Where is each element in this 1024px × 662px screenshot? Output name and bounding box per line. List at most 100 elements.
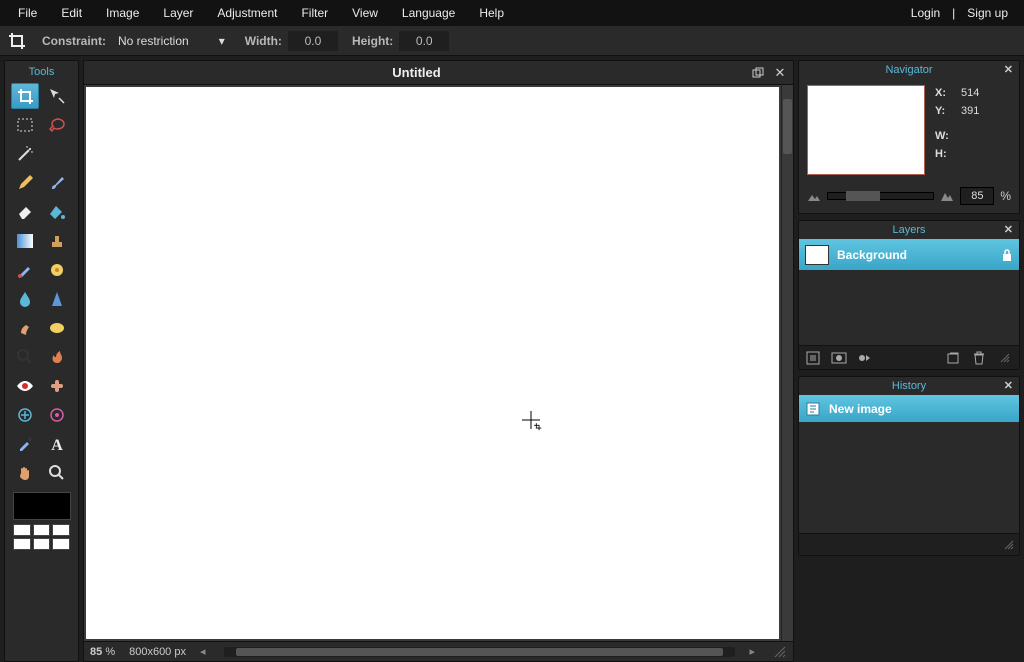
menu-edit[interactable]: Edit xyxy=(49,1,94,25)
layer-name: Background xyxy=(837,248,907,262)
constraint-value: No restriction xyxy=(118,34,189,48)
canvas-zoom-unit: % xyxy=(105,646,115,658)
marquee-tool[interactable] xyxy=(11,112,39,138)
red-eye-tool[interactable] xyxy=(11,373,39,399)
resize-grip-icon[interactable] xyxy=(1003,539,1015,551)
pencil-tool[interactable] xyxy=(11,170,39,196)
history-title: History xyxy=(892,380,926,392)
burn-tool[interactable] xyxy=(43,344,71,370)
swatch-preset[interactable] xyxy=(33,538,51,550)
menu-adjustment[interactable]: Adjustment xyxy=(205,1,289,25)
detach-window-icon[interactable] xyxy=(749,64,767,82)
height-label: Height: xyxy=(352,34,393,48)
new-layer-icon[interactable] xyxy=(945,350,961,366)
menu-image[interactable]: Image xyxy=(94,1,151,25)
crop-cursor-icon xyxy=(522,411,548,437)
color-picker-tool[interactable] xyxy=(11,431,39,457)
bloat-tool[interactable] xyxy=(11,402,39,428)
constraint-dropdown[interactable]: No restriction ▾ xyxy=(112,32,231,50)
zoom-tool[interactable] xyxy=(43,460,71,486)
height-input[interactable] xyxy=(399,31,449,51)
menu-help[interactable]: Help xyxy=(467,1,516,25)
wand-tool[interactable] xyxy=(11,141,39,167)
lasso-tool[interactable] xyxy=(43,112,71,138)
canvas-header: Untitled ✕ xyxy=(83,60,794,84)
slider-thumb[interactable] xyxy=(846,191,880,201)
crop-tool[interactable] xyxy=(11,83,39,109)
zoom-input[interactable] xyxy=(960,187,994,205)
swatch-preset[interactable] xyxy=(33,524,51,536)
scrollbar-thumb[interactable] xyxy=(236,648,724,656)
delete-layer-icon[interactable] xyxy=(971,350,987,366)
layer-settings-icon[interactable] xyxy=(805,350,821,366)
smudge-tool[interactable] xyxy=(11,315,39,341)
options-bar: Constraint: No restriction ▾ Width: Heig… xyxy=(0,26,1024,56)
menu-language[interactable]: Language xyxy=(390,1,467,25)
new-image-icon xyxy=(805,401,821,417)
color-swatch[interactable] xyxy=(13,492,71,520)
horizontal-scrollbar[interactable] xyxy=(224,647,736,657)
zoom-out-icon[interactable] xyxy=(807,190,821,202)
layer-mask-icon[interactable] xyxy=(831,350,847,366)
history-panel: History ✕ New image xyxy=(798,376,1020,556)
width-input[interactable] xyxy=(288,31,338,51)
layer-row[interactable]: Background xyxy=(799,239,1019,271)
close-canvas-icon[interactable]: ✕ xyxy=(771,64,789,82)
resize-grip-icon[interactable] xyxy=(997,350,1013,366)
dodge-tool[interactable] xyxy=(11,344,39,370)
menu-filter[interactable]: Filter xyxy=(289,1,340,25)
drawing-tool[interactable] xyxy=(43,257,71,283)
type-tool[interactable]: A xyxy=(43,431,71,457)
zoom-unit: % xyxy=(1000,189,1011,203)
zoom-in-icon[interactable] xyxy=(940,190,954,202)
nav-w-label: W: xyxy=(935,128,953,146)
nav-h-label: H: xyxy=(935,146,953,164)
layers-title: Layers xyxy=(892,224,925,236)
layers-panel: Layers ✕ Background xyxy=(798,220,1020,370)
vertical-scrollbar[interactable] xyxy=(781,85,793,641)
lock-icon[interactable] xyxy=(1001,248,1013,262)
swatch-preset[interactable] xyxy=(52,524,70,536)
color-replace-tool[interactable] xyxy=(11,257,39,283)
canvas-zoom: 85 xyxy=(90,646,102,658)
menu-view[interactable]: View xyxy=(340,1,390,25)
swatch-preset[interactable] xyxy=(13,538,31,550)
signup-link[interactable]: Sign up xyxy=(963,4,1012,22)
sponge-tool[interactable] xyxy=(43,315,71,341)
navigator-info: X:514 Y:391 W: H: xyxy=(935,85,979,175)
hscroll-right-icon[interactable]: ▸ xyxy=(749,645,755,658)
swatch-preset[interactable] xyxy=(52,538,70,550)
canvas-footer: 85 % 800x600 px ◂ ▸ xyxy=(83,642,794,662)
history-item-label: New image xyxy=(829,402,892,416)
brush-tool[interactable] xyxy=(43,170,71,196)
paint-bucket-tool[interactable] xyxy=(43,199,71,225)
navigator-preview[interactable] xyxy=(807,85,925,175)
menubar: File Edit Image Layer Adjustment Filter … xyxy=(0,0,1024,26)
clone-stamp-tool[interactable] xyxy=(43,228,71,254)
width-label: Width: xyxy=(245,34,282,48)
close-icon[interactable]: ✕ xyxy=(1004,63,1013,76)
move-tool[interactable] xyxy=(43,83,71,109)
history-row[interactable]: New image xyxy=(799,395,1019,423)
crop-icon xyxy=(6,30,28,52)
menu-layer[interactable]: Layer xyxy=(151,1,205,25)
hscroll-left-icon[interactable]: ◂ xyxy=(200,645,206,658)
spot-heal-tool[interactable] xyxy=(43,373,71,399)
login-link[interactable]: Login xyxy=(907,4,944,22)
close-icon[interactable]: ✕ xyxy=(1004,379,1013,392)
menu-file[interactable]: File xyxy=(6,1,49,25)
sharpen-tool[interactable] xyxy=(43,286,71,312)
nav-y-value: 391 xyxy=(961,103,979,121)
canvas[interactable] xyxy=(86,87,779,639)
eraser-tool[interactable] xyxy=(11,199,39,225)
swatch-preset[interactable] xyxy=(13,524,31,536)
hand-tool[interactable] xyxy=(11,460,39,486)
zoom-slider[interactable] xyxy=(827,192,934,200)
blur-tool[interactable] xyxy=(11,286,39,312)
resize-grip-icon[interactable] xyxy=(773,645,787,659)
gradient-tool[interactable] xyxy=(11,228,39,254)
layer-styles-icon[interactable] xyxy=(857,350,873,366)
close-icon[interactable]: ✕ xyxy=(1004,223,1013,236)
scrollbar-thumb[interactable] xyxy=(783,99,792,154)
pinch-tool[interactable] xyxy=(43,402,71,428)
